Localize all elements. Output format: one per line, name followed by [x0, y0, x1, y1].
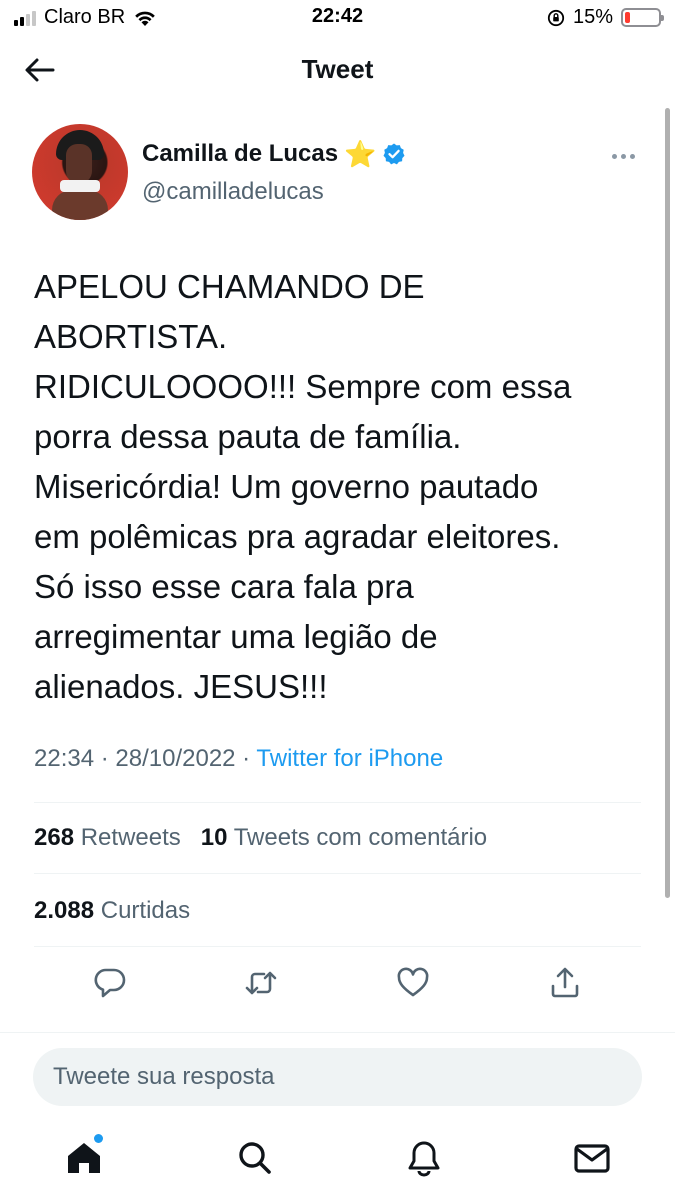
likes-stats: 2.088 Curtidas — [34, 897, 190, 925]
retweets-stat[interactable]: 268 Retweets — [34, 824, 181, 851]
tweet-date: 28/10/2022 — [115, 745, 236, 772]
battery-percent: 15% — [572, 6, 613, 28]
retweets-count: 268 — [34, 824, 75, 851]
navigation-header: Tweet — [0, 40, 675, 100]
page-title: Tweet — [301, 54, 374, 84]
tab-search[interactable] — [235, 1138, 275, 1178]
retweet-button[interactable] — [243, 965, 279, 1001]
meta-separator: · — [94, 745, 116, 772]
retweet-icon — [245, 971, 277, 995]
messages-icon — [574, 1144, 610, 1173]
reply-input[interactable] — [53, 1063, 622, 1091]
tweet-author: Camilla de Lucas ⭐ @camilladelucas — [32, 124, 644, 224]
divider — [0, 1032, 675, 1033]
tweet-time: 22:34 — [34, 745, 95, 772]
reply-icon — [94, 968, 126, 998]
star-emoji-icon: ⭐ — [344, 139, 377, 169]
author-name-row: Camilla de Lucas ⭐ — [142, 140, 406, 168]
avatar[interactable] — [32, 124, 128, 220]
author-handle[interactable]: @camilladelucas — [142, 178, 324, 206]
likes-count: 2.088 — [34, 897, 95, 924]
share-icon — [551, 967, 579, 998]
verified-badge-icon — [383, 143, 405, 165]
divider — [34, 873, 641, 874]
tab-home[interactable] — [64, 1138, 104, 1178]
quotes-label: Tweets com comentário — [233, 824, 488, 851]
notifications-icon — [408, 1141, 440, 1177]
more-options-icon[interactable] — [612, 150, 640, 162]
like-button[interactable] — [395, 965, 431, 1001]
status-bar: Claro BR 22:42 15% — [0, 0, 675, 34]
tweet-actions — [34, 965, 641, 1005]
reply-composer[interactable] — [33, 1048, 642, 1106]
battery-icon — [621, 8, 664, 27]
likes-label: Curtidas — [100, 897, 191, 924]
divider — [34, 802, 641, 803]
quotes-count: 10 — [200, 824, 228, 851]
orientation-lock-icon — [547, 9, 565, 26]
home-icon — [68, 1143, 100, 1173]
tweet-meta: 22:34 · 28/10/2022 · Twitter for iPhone — [34, 745, 443, 773]
tab-messages[interactable] — [572, 1138, 612, 1178]
retweets-label: Retweets — [80, 824, 181, 851]
like-icon — [397, 967, 429, 997]
status-bar-right: 15% — [547, 6, 664, 29]
battery-level — [625, 12, 630, 23]
meta-separator: · — [235, 745, 257, 772]
home-unread-dot — [94, 1134, 103, 1143]
share-button[interactable] — [547, 965, 583, 1001]
tweet-text: APELOU CHAMANDO DE ABORTISTA. RIDICULOOO… — [34, 268, 572, 705]
tweet-source-link[interactable]: Twitter for iPhone — [256, 745, 443, 772]
quotes-stat[interactable]: 10 Tweets com comentário — [201, 824, 487, 851]
tab-notifications[interactable] — [404, 1138, 444, 1178]
author-name[interactable]: Camilla de Lucas — [142, 140, 338, 168]
retweet-stats: 268 Retweets 10 Tweets com comentário — [34, 824, 487, 852]
likes-stat[interactable]: 2.088 Curtidas — [34, 897, 190, 924]
divider — [34, 946, 641, 947]
reply-button[interactable] — [92, 965, 128, 1001]
scroll-indicator[interactable] — [665, 108, 670, 898]
search-icon — [239, 1142, 271, 1174]
